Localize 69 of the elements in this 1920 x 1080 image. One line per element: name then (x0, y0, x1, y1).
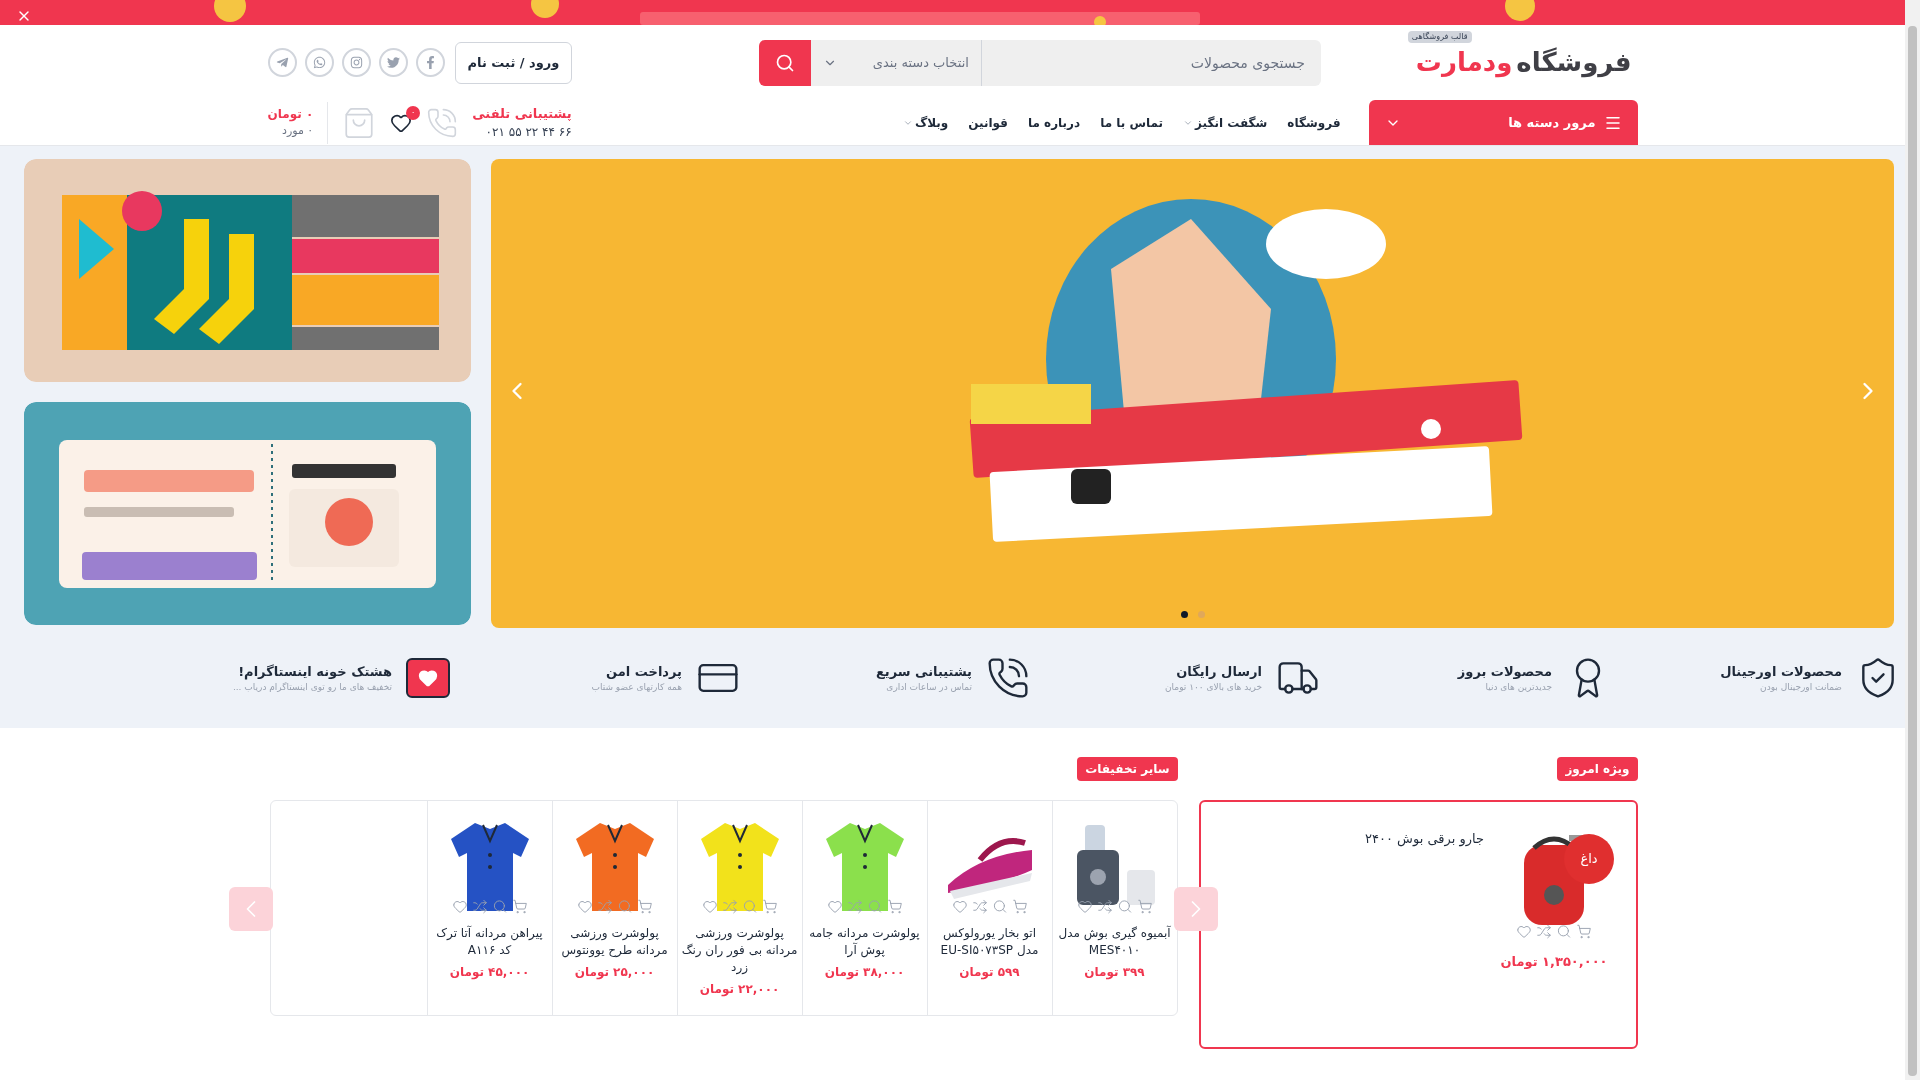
feature-subtitle: ضمانت اورجینال بودن (1759, 681, 1842, 694)
phone-icon (426, 106, 459, 139)
nav-link[interactable]: شگفت انگیز (1195, 113, 1268, 132)
categories-button[interactable]: مرور دسته ها (1368, 100, 1638, 145)
search-icon[interactable] (1555, 923, 1573, 940)
cart-icon[interactable] (636, 898, 653, 915)
feature-subtitle: همه کارتهای عضو شتاب (591, 681, 682, 694)
search-icon (774, 52, 795, 73)
section-badge: سایر تخفیفات (1077, 757, 1178, 781)
search-icon[interactable] (491, 898, 508, 915)
nav-link[interactable]: وبلاگ (914, 113, 949, 132)
search-icon[interactable] (1116, 898, 1133, 915)
phone-icon (986, 656, 1030, 700)
product-name[interactable]: پیراهن مردانه آتا ترک کد A۱۱۶ (431, 925, 548, 959)
cart-total: ۰ تومان (267, 106, 314, 124)
scrollbar[interactable] (1905, 0, 1920, 1080)
cart-count: ۰ مورد (282, 123, 314, 140)
logo-tag: قالب فروشگاهی (1407, 31, 1472, 43)
product-price: ۴۵,۰۰۰ تومان (449, 964, 530, 981)
category-dropdown[interactable]: انتخاب دسته بندی (810, 39, 982, 86)
nav-link[interactable]: درباره ما (1027, 113, 1081, 132)
heart-bubble-icon (406, 658, 450, 698)
product-name[interactable]: اتو بخار یورولوکس مدل EU-SI۵۰۷۳SP (931, 925, 1048, 959)
feature-title: پرداخت امن (605, 662, 682, 681)
nav-link[interactable]: فروشگاه (1287, 113, 1341, 132)
telegram-icon[interactable] (275, 56, 289, 69)
heart-icon[interactable] (1076, 898, 1093, 915)
search-icon[interactable] (616, 898, 633, 915)
product-price: ۳۸,۰۰۰ تومان (824, 964, 905, 981)
product-name[interactable]: پولوشرت ورزشی مردانه بی فور ران رنگ زرد (681, 925, 798, 976)
nav-link[interactable]: تماس با ما (1100, 113, 1164, 132)
product-price: ۱,۳۵۰,۰۰۰ تومان (1500, 953, 1608, 971)
cart-icon[interactable] (511, 898, 528, 915)
hot-badge: داغ (1564, 834, 1614, 884)
feature-subtitle: تخفیف های ما رو توی اینستاگرام دریاب ... (232, 681, 392, 694)
wishlist-count: ۰ (406, 105, 421, 120)
support-title: پشتیبانی تلفنی (472, 104, 572, 123)
product-price: ۲۲,۰۰۰ تومان (699, 981, 780, 998)
product-name[interactable]: آبمیوه گیری بوش مدل MES۴۰۱۰ (1056, 925, 1173, 959)
whatsapp-icon[interactable] (312, 56, 326, 69)
compare-icon[interactable] (1096, 898, 1113, 915)
feature-subtitle: جدیدترین های دنیا (1484, 681, 1552, 694)
product-price: ۲۵,۰۰۰ تومان (574, 964, 655, 981)
feature-subtitle: تماس در ساعات اداری (885, 681, 972, 694)
product-name[interactable]: جارو برقی بوش ۲۴۰۰ (1364, 830, 1485, 848)
section-badge: ویژه امروز (1557, 757, 1638, 781)
twitter-icon[interactable] (386, 56, 400, 69)
product-price: ۵۹۹ تومان (959, 964, 1020, 981)
feature-title: محصولات اورجینال (1720, 662, 1842, 681)
feature-title: پشتیبانی سریع (875, 662, 972, 681)
instagram-icon[interactable] (349, 56, 363, 69)
support-phone: ۰۲۱ ۵۵ ۲۲ ۴۴ ۶۶ (485, 124, 572, 142)
feature-subtitle: خرید های بالای ۱۰۰ تومان (1165, 681, 1262, 694)
logo-text[interactable]: فروشگاه (1516, 43, 1632, 82)
search-field[interactable]: جستجوی محصولات (981, 39, 1321, 86)
logo-accent-text[interactable]: ودمارت (1415, 43, 1513, 82)
login-button[interactable]: ورود / ثبت نام (454, 41, 573, 84)
compare-icon[interactable] (596, 898, 613, 915)
feature-title: هشتک خونه اینستاگرام! (237, 662, 392, 681)
nav-link[interactable]: قوانین (968, 113, 1008, 132)
search-button[interactable] (758, 39, 811, 86)
heart-icon[interactable] (451, 898, 468, 915)
feature-title: ارسال رایگان (1175, 662, 1262, 681)
product-name[interactable]: پولوشرت مردانه جامه پوش آرا (806, 925, 923, 959)
compare-icon[interactable] (471, 898, 488, 915)
product-price: ۳۹۹ تومان (1084, 964, 1145, 981)
feature-title: محصولات بروز (1457, 662, 1552, 681)
product-name[interactable]: پولوشرت ورزشی مردانه طرح یوونتوس (556, 925, 673, 959)
compare-icon[interactable] (1535, 923, 1553, 940)
